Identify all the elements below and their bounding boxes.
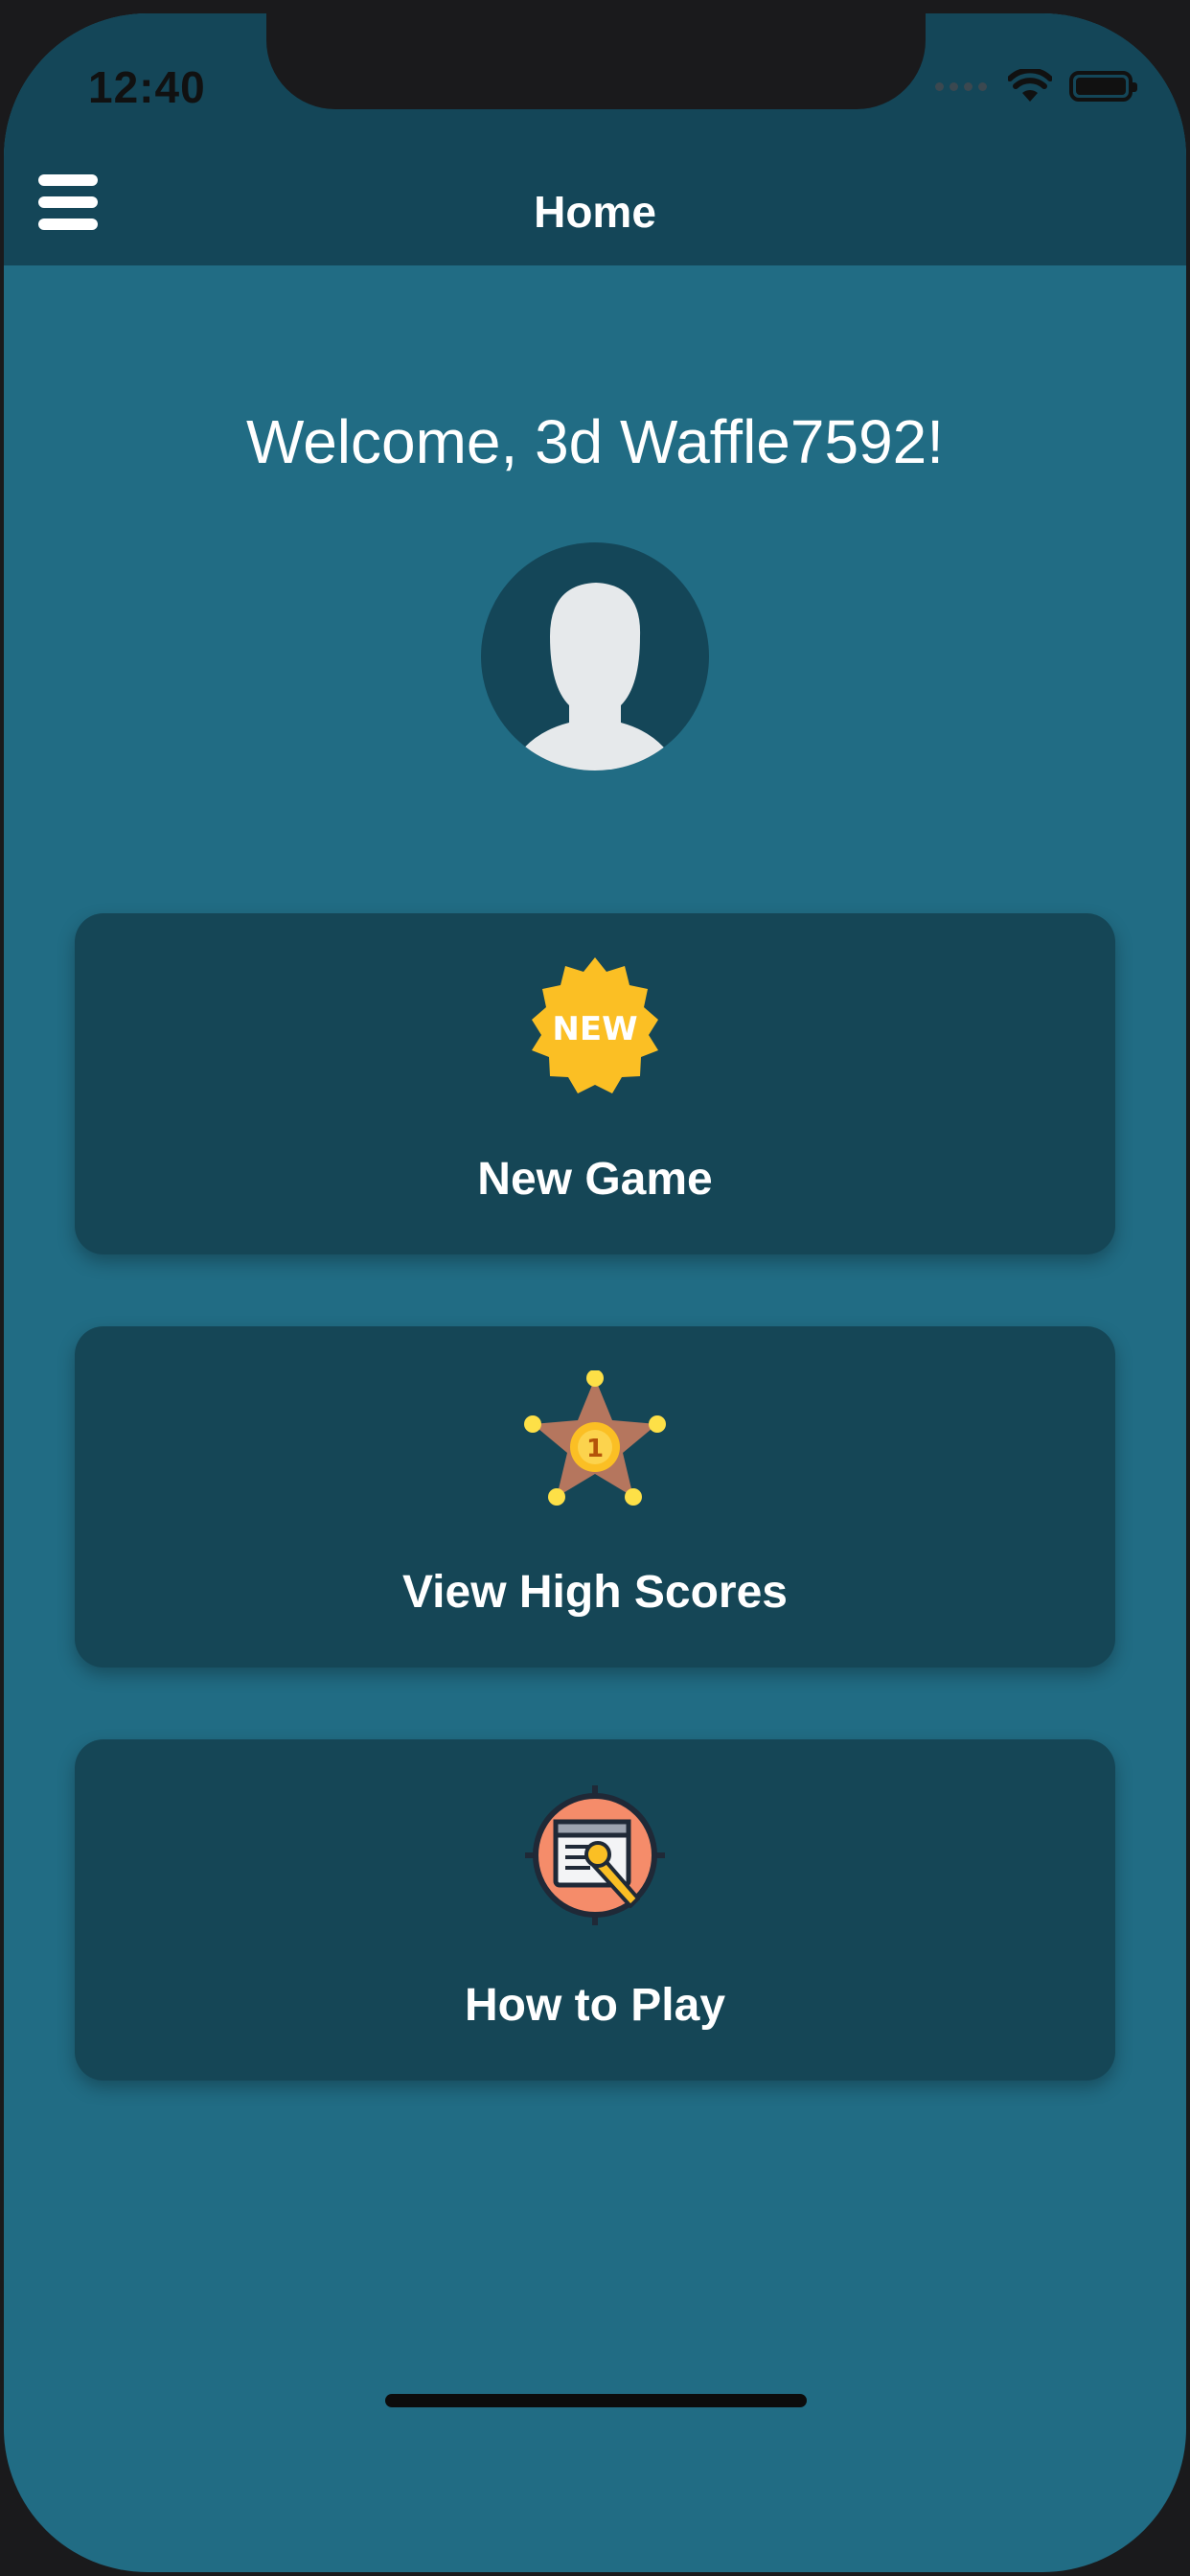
status-time: 12:40: [88, 62, 206, 112]
app-screen: 12:40 Home Welcome, 3d Waffle7592! NEW N…: [4, 13, 1186, 2572]
new-badge-icon: NEW: [532, 957, 658, 1093]
device-notch: [266, 13, 926, 109]
device-frame: 12:40 Home Welcome, 3d Waffle7592! NEW N…: [0, 0, 1190, 2576]
avatar: [481, 542, 709, 770]
sheriff-star-icon: 1: [524, 1370, 666, 1506]
wifi-icon: [1008, 69, 1052, 102]
user-silhouette-icon: [510, 583, 678, 770]
how-to-play-button[interactable]: How to Play: [75, 1739, 1115, 2081]
new-game-button[interactable]: NEW New Game: [75, 913, 1115, 1254]
cellular-signal-icon: [935, 81, 987, 91]
view-high-scores-label: View High Scores: [402, 1567, 788, 1618]
view-high-scores-button[interactable]: 1 View High Scores: [75, 1326, 1115, 1668]
how-to-play-label: How to Play: [464, 1980, 726, 2031]
home-indicator[interactable]: [385, 2394, 807, 2407]
battery-icon: [1069, 71, 1137, 102]
page-title: Home: [534, 187, 656, 237]
svg-text:NEW: NEW: [552, 1010, 637, 1048]
status-icons: [935, 67, 1137, 105]
svg-text:1: 1: [586, 1435, 604, 1463]
navigation-bar: 12:40 Home: [4, 13, 1186, 265]
settings-window-icon: [525, 1785, 665, 1925]
welcome-message: Welcome, 3d Waffle7592!: [245, 407, 945, 476]
new-game-label: New Game: [477, 1154, 713, 1205]
